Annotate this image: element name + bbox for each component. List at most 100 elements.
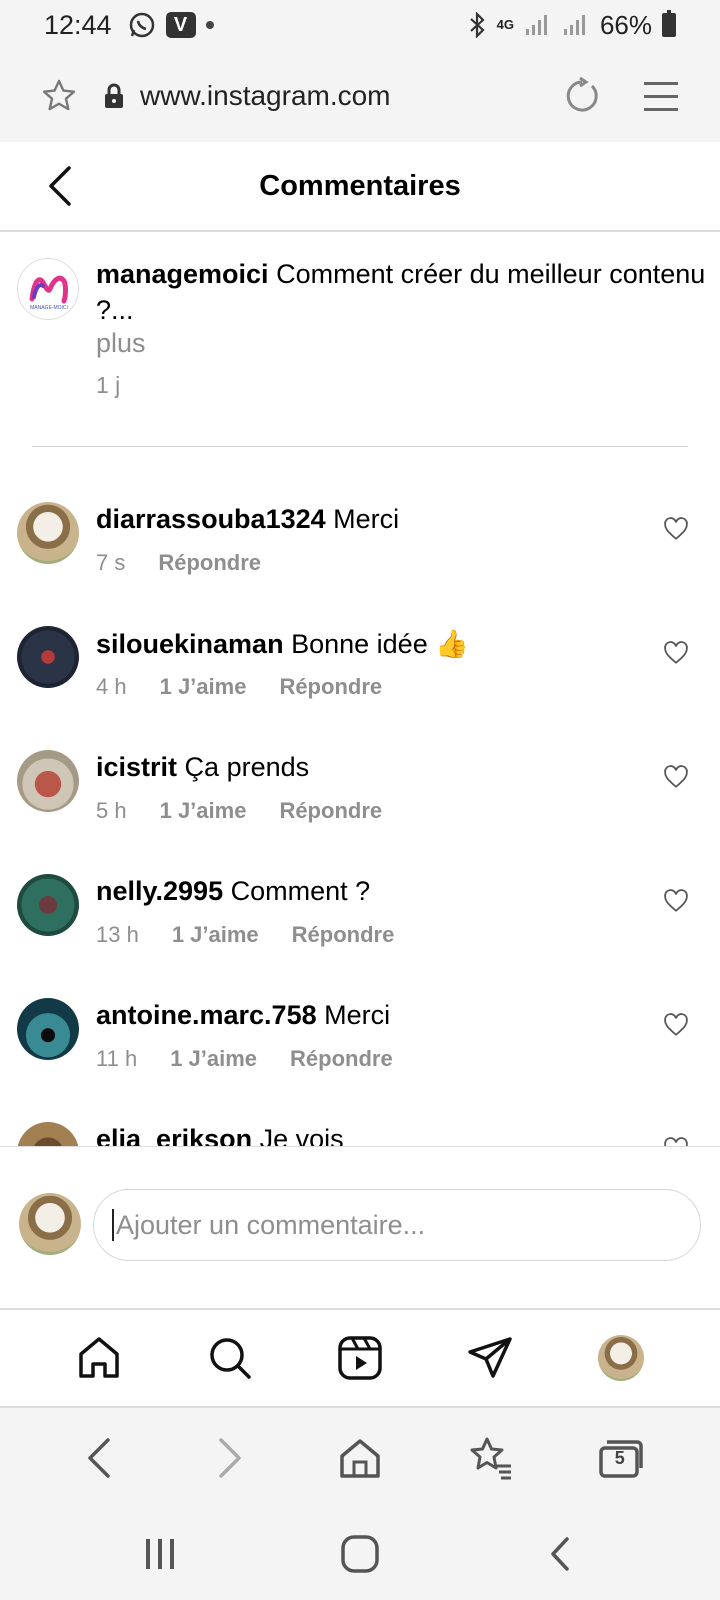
whatsapp-icon: [128, 11, 156, 39]
comment-line: nelly.2995 Comment ?: [96, 876, 370, 907]
comment-username[interactable]: nelly.2995: [96, 876, 223, 906]
comment-time: 7 s: [96, 550, 126, 575]
lock-icon: [102, 82, 126, 110]
caption-time: 1 j: [96, 372, 121, 398]
status-bar: 12:44 V 4G 66%: [0, 0, 720, 50]
likes-count[interactable]: 1 J’aime: [160, 674, 247, 700]
avatar[interactable]: [17, 502, 79, 564]
comment-time: 11 h: [96, 1046, 138, 1071]
reply-button[interactable]: Répondre: [279, 798, 382, 824]
reply-button[interactable]: Répondre: [158, 550, 261, 576]
comment-time: 13 h: [96, 922, 139, 947]
caption-body-cont: ?...: [96, 295, 134, 325]
caption-body: Comment créer du meilleur contenu: [276, 259, 706, 289]
battery-icon: [662, 10, 676, 37]
comment-time: 5 h: [96, 798, 127, 823]
comment-meta: 5 h 1 J’aime Répondre: [96, 798, 382, 824]
browser-home-icon[interactable]: [332, 1430, 388, 1486]
comments-header: Commentaires: [0, 142, 720, 232]
comment-username[interactable]: elia_erikson: [96, 1124, 252, 1146]
comment-username[interactable]: icistrit: [96, 752, 177, 782]
direct-message-icon[interactable]: [462, 1330, 518, 1386]
heart-icon[interactable]: [663, 640, 689, 666]
comment-meta: 7 s Répondre: [96, 550, 261, 576]
heart-icon[interactable]: [663, 888, 689, 914]
comment-line: antoine.marc.758 Merci: [96, 1000, 390, 1031]
heart-icon[interactable]: [663, 1136, 689, 1146]
likes-count[interactable]: 1 J’aime: [160, 798, 247, 824]
browser-toolbar: 5: [0, 1408, 720, 1508]
bluetooth-icon: [467, 12, 487, 38]
comment-line: elia_erikson Je vois: [96, 1124, 344, 1146]
bookmark-star-icon[interactable]: [40, 77, 78, 115]
system-nav-bar: [0, 1508, 720, 1600]
likes-count[interactable]: 1 J’aime: [172, 922, 259, 948]
logo-text: MANAGE-MOICI: [30, 305, 68, 311]
comment-item: nelly.2995 Comment ? 13 h 1 J’aime Répon…: [0, 852, 720, 976]
avatar[interactable]: [17, 998, 79, 1060]
reply-button[interactable]: Répondre: [290, 1046, 393, 1072]
more-link[interactable]: plus: [96, 328, 146, 359]
avatar[interactable]: [17, 626, 79, 688]
comment-line: silouekinaman Bonne idée 👍: [96, 628, 469, 660]
comment-meta: 11 h 1 J’aime Répondre: [96, 1046, 393, 1072]
bookmarks-icon[interactable]: [462, 1430, 518, 1486]
v-app-icon: V: [165, 12, 196, 38]
network-4g-icon: 4G: [496, 17, 514, 32]
heart-icon[interactable]: [663, 516, 689, 542]
divider: [32, 446, 688, 447]
heart-icon[interactable]: [663, 1012, 689, 1038]
dot-icon: [205, 21, 214, 29]
signal-icon-2: [562, 13, 590, 37]
comment-username[interactable]: antoine.marc.758: [96, 1000, 317, 1030]
heart-icon[interactable]: [663, 764, 689, 790]
reply-button[interactable]: Répondre: [292, 922, 395, 948]
likes-count[interactable]: 1 J’aime: [170, 1046, 257, 1072]
comment-text: Je vois: [259, 1124, 344, 1146]
caption-username[interactable]: managemoici: [96, 259, 269, 289]
comment-item: elia_erikson Je vois: [0, 1100, 720, 1146]
comment-text: Merci: [333, 504, 400, 534]
system-back-icon[interactable]: [532, 1526, 588, 1582]
battery-percent: 66%: [599, 9, 652, 40]
text-caret: [112, 1209, 114, 1241]
comment-item: diarrassouba1324 Merci 7 s Répondre: [0, 480, 720, 604]
recent-apps-icon[interactable]: [132, 1526, 188, 1582]
avatar[interactable]: MANAGE-MOICI: [17, 258, 79, 320]
signal-icon: [524, 13, 552, 37]
comment-meta: 4 h 1 J’aime Répondre: [96, 674, 382, 700]
caption-text: managemoici Comment créer du meilleur co…: [96, 256, 720, 328]
browser-forward-icon[interactable]: [202, 1430, 258, 1486]
browser-url-bar: www.instagram.com: [0, 50, 720, 142]
comment-item: antoine.marc.758 Merci 11 h 1 J’aime Rép…: [0, 976, 720, 1100]
add-comment-bar: Ajouter un commentaire...: [0, 1146, 720, 1308]
comment-input[interactable]: Ajouter un commentaire...: [93, 1189, 701, 1261]
home-icon[interactable]: [71, 1330, 127, 1386]
avatar[interactable]: [17, 874, 79, 936]
comment-username[interactable]: silouekinaman: [96, 629, 284, 659]
menu-icon[interactable]: [642, 79, 680, 113]
comment-username[interactable]: diarrassouba1324: [96, 504, 326, 534]
comments-list: diarrassouba1324 Merci 7 s Répondre silo…: [0, 480, 720, 1146]
avatar[interactable]: [17, 1122, 79, 1146]
reply-button[interactable]: Répondre: [279, 674, 382, 700]
tabs-icon[interactable]: 5: [593, 1430, 649, 1486]
instagram-bottom-nav: [0, 1308, 720, 1408]
post-caption: MANAGE-MOICI managemoici Comment créer d…: [0, 232, 720, 447]
avatar[interactable]: [17, 750, 79, 812]
back-arrow-icon[interactable]: [36, 162, 84, 210]
reload-icon[interactable]: [562, 76, 602, 116]
search-icon[interactable]: [202, 1330, 258, 1386]
home-button-icon[interactable]: [332, 1526, 388, 1582]
browser-back-icon[interactable]: [71, 1430, 127, 1486]
comment-text: Comment ?: [230, 876, 371, 906]
url-text[interactable]: www.instagram.com: [140, 80, 391, 112]
comment-line: icistrit Ça prends: [96, 752, 309, 783]
comment-text: Bonne idée 👍: [291, 629, 469, 659]
comment-item: icistrit Ça prends 5 h 1 J’aime Répondre: [0, 728, 720, 852]
comment-item: silouekinaman Bonne idée 👍 4 h 1 J’aime …: [0, 604, 720, 728]
reels-icon[interactable]: [332, 1330, 388, 1386]
profile-avatar[interactable]: [593, 1330, 649, 1386]
comment-text: Merci: [324, 1000, 391, 1030]
tab-count: 5: [614, 1448, 625, 1468]
